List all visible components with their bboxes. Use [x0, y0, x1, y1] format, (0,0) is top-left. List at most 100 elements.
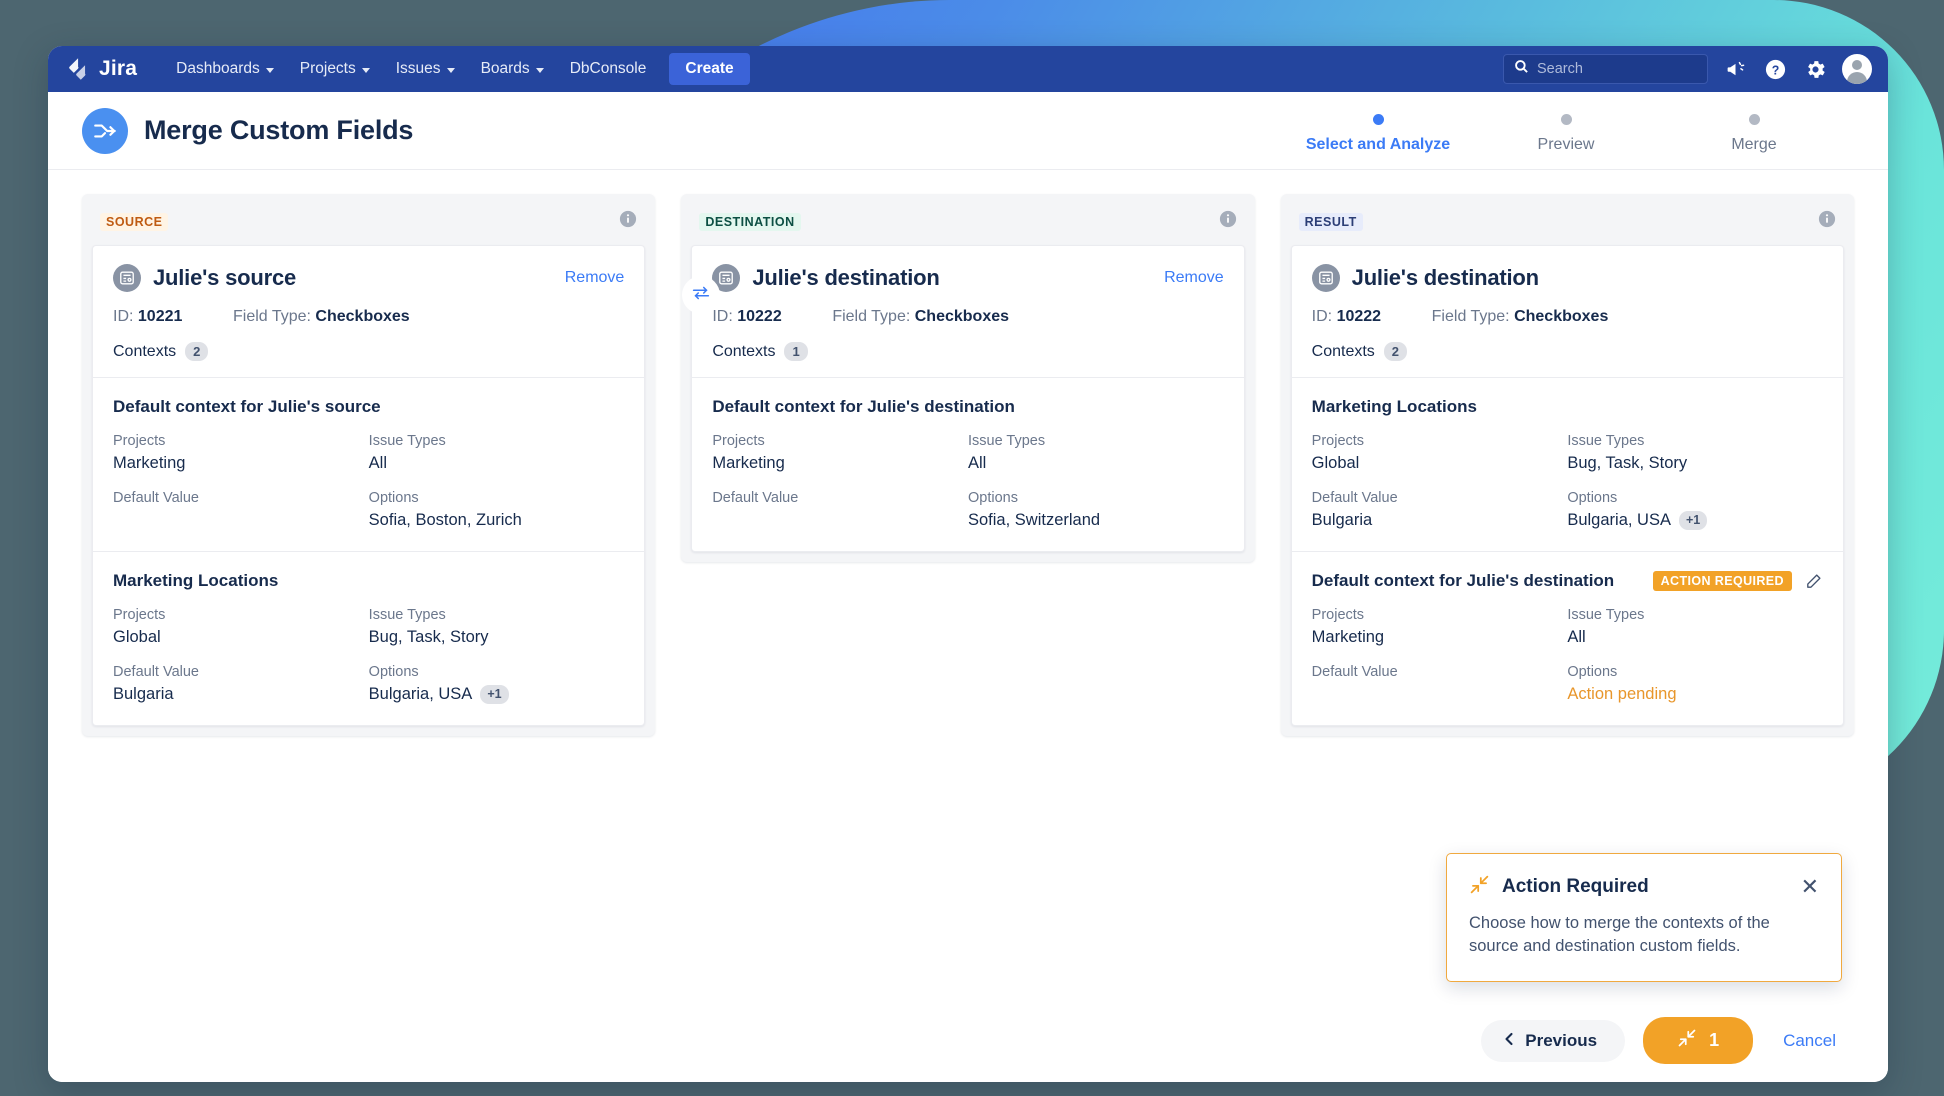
issue-types-value: Bug, Task, Story	[368, 627, 489, 646]
options-value: Sofia, Switzerland	[968, 510, 1101, 529]
source-context-1-header: Default context for Julie's source	[113, 395, 624, 419]
destination-card-top: Julie's destination Remove ID: 10222 Fie…	[692, 246, 1243, 377]
chevron-down-icon	[446, 67, 455, 73]
default-value-col: Default Value	[113, 490, 369, 531]
result-context-1: Marketing Locations Projects Global Issu…	[1291, 377, 1843, 551]
source-contexts-label: Contexts	[113, 342, 177, 360]
options-label: Options	[1567, 664, 1618, 680]
create-button[interactable]: Create	[669, 53, 750, 85]
options-value: Bulgaria, USA +1	[1567, 509, 1823, 531]
projects-label: Projects	[1311, 433, 1365, 449]
default-value-label: Default Value	[1311, 664, 1398, 680]
source-contexts-count: 2	[185, 342, 209, 361]
jira-logo[interactable]: Jira	[66, 57, 137, 82]
issue-types-col: Issue Types All	[968, 433, 1224, 474]
default-value: Bulgaria	[113, 684, 174, 703]
context-title: Default context for Julie's destination	[1311, 571, 1615, 590]
swap-horizontal-icon	[690, 282, 712, 309]
custom-field-icon	[113, 264, 141, 292]
source-contexts-row: Contexts 2	[113, 342, 624, 361]
step-preview[interactable]: Preview	[1472, 113, 1660, 154]
info-icon[interactable]	[1818, 210, 1836, 233]
issue-types-col: Issue Types Bug, Task, Story	[369, 607, 625, 648]
options-value-pending: Action pending	[1567, 684, 1677, 703]
default-value	[113, 509, 369, 531]
toast-header: Action Required ✕	[1469, 874, 1819, 900]
nav-item-list: Dashboards Projects Issues Boards DbCons…	[163, 53, 750, 85]
projects-col: Projects Marketing	[113, 433, 369, 474]
merge-button[interactable]: 1	[1643, 1017, 1754, 1064]
result-panel: RESULT Julie's destination ID: 10222 Fie…	[1280, 194, 1854, 736]
options-overflow-badge[interactable]: +1	[1678, 510, 1708, 530]
step-dot-icon	[1372, 113, 1384, 125]
destination-field-name: Julie's destination	[752, 265, 940, 290]
chevron-down-icon	[361, 67, 370, 73]
merge-button-count: 1	[1709, 1030, 1720, 1050]
result-contexts-label: Contexts	[1311, 342, 1375, 360]
result-context-2-row2: Default Value Options Action pending	[1312, 664, 1823, 705]
default-value-label: Default Value	[712, 490, 799, 506]
close-icon[interactable]: ✕	[1801, 876, 1819, 898]
settings-gear-icon[interactable]	[1802, 56, 1828, 82]
step-indicator: Select and Analyze Preview Merge	[1284, 108, 1848, 154]
source-title-row: Julie's source Remove	[113, 264, 624, 292]
context-title: Marketing Locations	[113, 571, 279, 590]
result-context-2: Default context for Julie's destination …	[1291, 551, 1843, 725]
projects-value: Marketing	[1311, 627, 1385, 646]
issue-types-col: Issue Types Bug, Task, Story	[1567, 433, 1823, 474]
info-icon[interactable]	[1219, 210, 1237, 233]
nav-item-boards[interactable]: Boards	[468, 54, 557, 84]
step-select-and-analyze[interactable]: Select and Analyze	[1284, 113, 1472, 154]
nav-item-dbconsole[interactable]: DbConsole	[557, 54, 660, 84]
help-icon[interactable]: ?	[1762, 56, 1788, 82]
destination-remove-link[interactable]: Remove	[1164, 269, 1224, 287]
action-required-toast: Action Required ✕ Choose how to merge th…	[1446, 853, 1842, 982]
issue-types-col: Issue Types All	[1567, 607, 1823, 648]
previous-button[interactable]: Previous	[1481, 1019, 1626, 1062]
cancel-button[interactable]: Cancel	[1771, 1023, 1848, 1059]
source-remove-link[interactable]: Remove	[565, 269, 625, 287]
destination-context-1: Default context for Julie's destination …	[692, 377, 1244, 551]
result-context-2-header: Default context for Julie's destination …	[1312, 569, 1823, 593]
step-merge[interactable]: Merge	[1660, 113, 1848, 154]
source-context-2-header: Marketing Locations	[113, 569, 624, 593]
nav-item-projects[interactable]: Projects	[287, 54, 383, 84]
context-title: Default context for Julie's source	[113, 397, 381, 416]
nav-item-dashboards[interactable]: Dashboards	[163, 54, 287, 84]
search-input[interactable]	[1537, 61, 1697, 77]
destination-context-1-row2: Default Value Options Sofia, Switzerland	[712, 490, 1223, 531]
destination-field-type: Field Type: Checkboxes	[832, 308, 1010, 325]
toast-body-text: Choose how to merge the contexts of the …	[1469, 914, 1770, 955]
nav-item-label: Dashboards	[176, 60, 260, 77]
projects-col: Projects Marketing	[1312, 607, 1568, 648]
default-value-col: Default Value Bulgaria	[1312, 490, 1568, 531]
destination-context-1-header: Default context for Julie's destination	[712, 395, 1223, 419]
result-panel-header: RESULT	[1291, 204, 1844, 245]
source-panel-header: SOURCE	[92, 204, 645, 245]
projects-col: Projects Global	[113, 607, 369, 648]
swap-source-destination-button[interactable]	[682, 276, 720, 314]
options-col: Options Bulgaria, USA +1	[1567, 490, 1823, 531]
previous-button-label: Previous	[1525, 1030, 1598, 1050]
destination-field-card: Julie's destination Remove ID: 10222 Fie…	[691, 245, 1245, 552]
projects-value: Marketing	[712, 453, 785, 472]
options-overflow-badge[interactable]: +1	[480, 684, 509, 704]
destination-panel-header: DESTINATION	[691, 204, 1244, 245]
issue-types-value: Bug, Task, Story	[1567, 453, 1688, 472]
options-col: Options Sofia, Boston, Zurich	[369, 490, 625, 531]
user-avatar[interactable]	[1842, 54, 1872, 84]
info-icon[interactable]	[619, 210, 637, 233]
edit-pencil-icon[interactable]	[1804, 572, 1823, 591]
nav-right-group: ?	[1503, 54, 1872, 84]
nav-item-label: Issues	[395, 60, 441, 77]
megaphone-icon[interactable]	[1722, 56, 1748, 82]
destination-context-1-row1: Projects Marketing Issue Types All	[712, 433, 1223, 474]
source-context-2-row1: Projects Global Issue Types Bug, Task, S…	[113, 607, 624, 648]
default-value-col: Default Value	[1312, 664, 1568, 705]
search-box[interactable]	[1503, 54, 1708, 84]
result-contexts-count: 2	[1383, 342, 1408, 361]
result-title-row: Julie's destination	[1311, 264, 1823, 292]
nav-item-issues[interactable]: Issues	[383, 54, 468, 84]
page-title: Merge Custom Fields	[144, 115, 414, 145]
source-context-2-row2: Default Value Bulgaria Options Bulgaria,…	[113, 664, 624, 705]
